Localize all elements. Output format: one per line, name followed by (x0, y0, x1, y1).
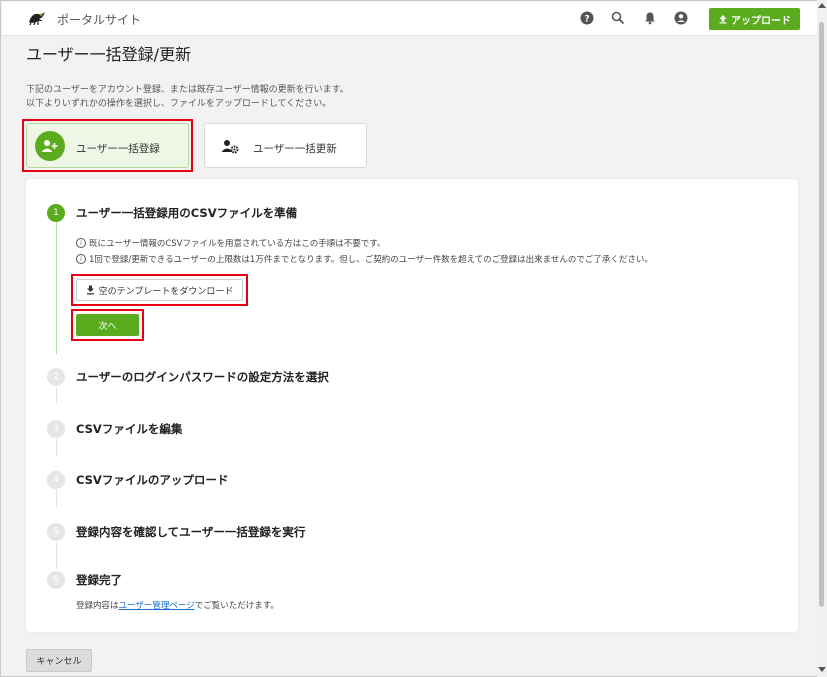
step-6-note-suffix: でご覧いただけます。 (194, 601, 279, 611)
step-1-title: ユーザー一括登録用のCSVファイルを準備 (76, 206, 298, 220)
help-icon[interactable]: ? (580, 11, 594, 25)
step-3-number: 3 (47, 420, 65, 438)
step-6-note-prefix: 登録内容は (76, 601, 119, 611)
user-settings-icon (221, 140, 239, 154)
step-connector (56, 490, 57, 507)
stepper-card: 1 ユーザー一括登録用のCSVファイルを準備 i 既にユーザー情報のCSVファイ… (26, 179, 798, 632)
page-frame: ポータルサイト ? アップロード ユーザー一括登録/更新 下記のユーザーをアカウ… (0, 0, 817, 677)
step-1-note-1-text: 既にユーザー情報のCSVファイルを用意されている方はこの手順は不要です。 (89, 239, 386, 249)
page-description-1: 下記のユーザーをアカウント登録、または既存ユーザー情報の更新を行います。 (26, 85, 349, 95)
page-description-2: 以下よりいずれかの操作を選択し、ファイルをアップロードしてください。 (26, 99, 332, 109)
step-6-number: 6 (47, 571, 65, 589)
scroll-down-arrow-icon[interactable] (818, 667, 826, 672)
step-connector (56, 387, 57, 404)
vertical-scrollbar[interactable] (817, 0, 827, 677)
highlight-download-template (71, 274, 248, 306)
step-5-number: 5 (47, 523, 65, 541)
step-2-number: 2 (47, 368, 65, 386)
step-3-title: CSVファイルを編集 (76, 422, 183, 436)
upload-button[interactable]: アップロード (709, 8, 800, 30)
mode-update-label: ユーザー一括更新 (253, 143, 337, 155)
step-4-title: CSVファイルのアップロード (76, 473, 229, 487)
cancel-button[interactable]: キャンセル (26, 649, 92, 672)
step-6-title: 登録完了 (76, 573, 122, 587)
scroll-up-arrow-icon[interactable] (818, 3, 826, 8)
info-icon: i (76, 254, 86, 264)
scrollbar-thumb[interactable] (819, 22, 824, 607)
step-1-note-2: i 1回で登録/更新できるユーザーの上限数は1万件までとなります。但し、ご契約の… (76, 253, 653, 265)
step-2-title: ユーザーのログインパスワードの設定方法を選択 (76, 370, 329, 384)
account-icon[interactable] (674, 11, 688, 25)
step-4-number: 4 (47, 471, 65, 489)
info-icon: i (76, 238, 86, 248)
step-1-note-1: i 既にユーザー情報のCSVファイルを用意されている方はこの手順は不要です。 (76, 237, 385, 249)
highlight-mode-register (22, 119, 193, 172)
page-title: ユーザー一括登録/更新 (26, 45, 192, 64)
step-connector (56, 222, 57, 354)
user-management-link[interactable]: ユーザー管理ページ (119, 601, 195, 611)
search-icon[interactable] (611, 11, 625, 25)
step-1-note-2-text: 1回で登録/更新できるユーザーの上限数は1万件までとなります。但し、ご契約のユー… (89, 255, 653, 265)
top-header: ポータルサイト ? アップロード (2, 2, 817, 36)
step-6-note: 登録内容はユーザー管理ページでご覧いただけます。 (76, 599, 279, 611)
upload-icon (719, 15, 727, 24)
logo-icon[interactable] (26, 10, 48, 28)
step-5-title: 登録内容を確認してユーザー一括登録を実行 (76, 525, 306, 539)
highlight-next (71, 309, 144, 341)
bell-icon[interactable] (643, 11, 657, 25)
step-connector (56, 439, 57, 456)
upload-button-label: アップロード (731, 15, 791, 27)
site-name[interactable]: ポータルサイト (57, 11, 141, 28)
step-1-number: 1 (47, 204, 65, 222)
step-connector (56, 542, 57, 569)
mode-card-update[interactable]: ユーザー一括更新 (204, 123, 367, 168)
svg-text:?: ? (584, 15, 589, 25)
